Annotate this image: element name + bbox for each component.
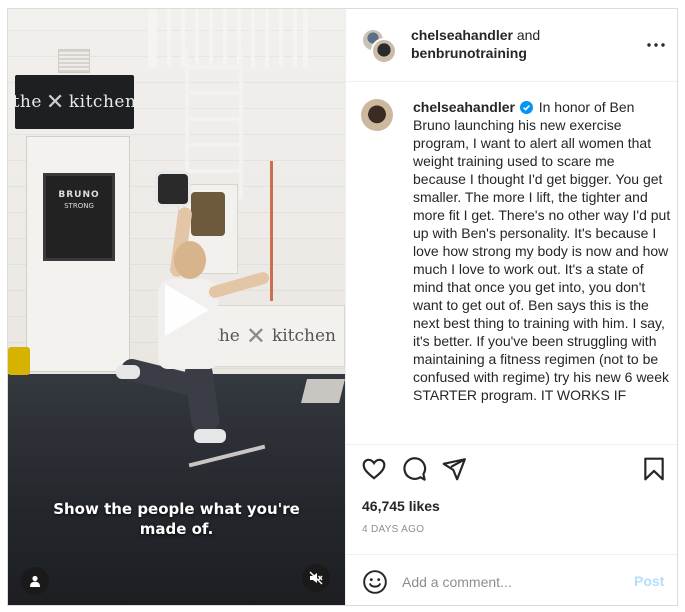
post-caption-area: chelseahandler In honor of Ben Bruno lau… [346, 82, 677, 444]
post-caption: chelseahandler In honor of Ben Bruno lau… [413, 98, 671, 404]
caption-username[interactable]: chelseahandler [413, 99, 515, 115]
yellow-equipment [8, 347, 30, 375]
avatar[interactable] [371, 38, 397, 64]
climbing-ladder [185, 49, 243, 199]
bench [301, 379, 345, 403]
authors-joiner: and [512, 27, 541, 43]
comment-bar: Post [346, 554, 677, 605]
wall-sign-text: the [12, 92, 42, 112]
play-icon [165, 284, 209, 336]
play-button[interactable] [147, 276, 215, 344]
wall-sign-text-2: kitchen [68, 92, 137, 112]
post-details-panel: chelseahandler and benbrunotraining chel… [345, 9, 677, 605]
post-authors: chelseahandler and benbrunotraining [411, 26, 540, 62]
author-avatars[interactable] [361, 28, 397, 64]
post-date[interactable]: 4 DAYS AGO [362, 524, 424, 535]
avatar[interactable] [361, 99, 393, 131]
kettlebell [155, 171, 191, 207]
person-front-shoe [194, 429, 226, 443]
comment-input[interactable] [402, 572, 622, 592]
more-icon [647, 43, 665, 47]
gym-floor [8, 374, 345, 605]
post-comment-button[interactable]: Post [634, 573, 664, 589]
crossed-tools-icon: ✕ [245, 322, 266, 350]
share-icon[interactable] [441, 456, 467, 482]
video-caption-line-1: Show the people what you're [53, 500, 300, 518]
kitchen-wall-sign: the ✕ kitchen [12, 75, 137, 129]
comment-icon[interactable] [401, 456, 427, 482]
mute-icon [309, 571, 323, 585]
person-head [174, 241, 206, 279]
action-bar [346, 444, 677, 494]
heart-icon[interactable] [361, 456, 387, 482]
resistance-band [270, 161, 273, 301]
chalkboard-title: BRUNO [58, 190, 100, 200]
caption-text: In honor of Ben Bruno launching his new … [413, 99, 671, 403]
crossed-tools-icon: ✕ [45, 89, 65, 115]
floor-sign-text-2: kitchen [271, 326, 336, 346]
author-link[interactable]: benbrunotraining [411, 45, 527, 61]
tagged-users-button[interactable] [21, 567, 49, 595]
user-icon [30, 575, 40, 587]
verified-icon [519, 101, 533, 114]
bookmark-icon[interactable] [641, 456, 667, 482]
person-back-shoe [116, 365, 140, 379]
video-player[interactable]: the ✕ kitchen BRUNO STRONG the ✕ kitchen [8, 9, 345, 605]
post-dialog: the ✕ kitchen BRUNO STRONG the ✕ kitchen [7, 8, 678, 606]
sandbag [191, 192, 225, 236]
video-caption-line-2: made of. [139, 520, 214, 538]
likes-count[interactable]: 46,745 likes [362, 498, 440, 514]
video-caption: Show the people what you're made of. [8, 499, 345, 539]
more-options-button[interactable] [644, 33, 668, 57]
kitchen-floor-sign: the ✕ kitchen [203, 305, 345, 367]
chalkboard-sign: BRUNO STRONG [43, 173, 115, 261]
post-header: chelseahandler and benbrunotraining [346, 9, 677, 82]
wall-vent [58, 49, 90, 73]
emoji-icon[interactable] [362, 569, 388, 595]
chalkboard-subtitle: STRONG [64, 202, 94, 210]
author-link[interactable]: chelseahandler [411, 27, 513, 43]
mute-button[interactable] [302, 564, 330, 592]
